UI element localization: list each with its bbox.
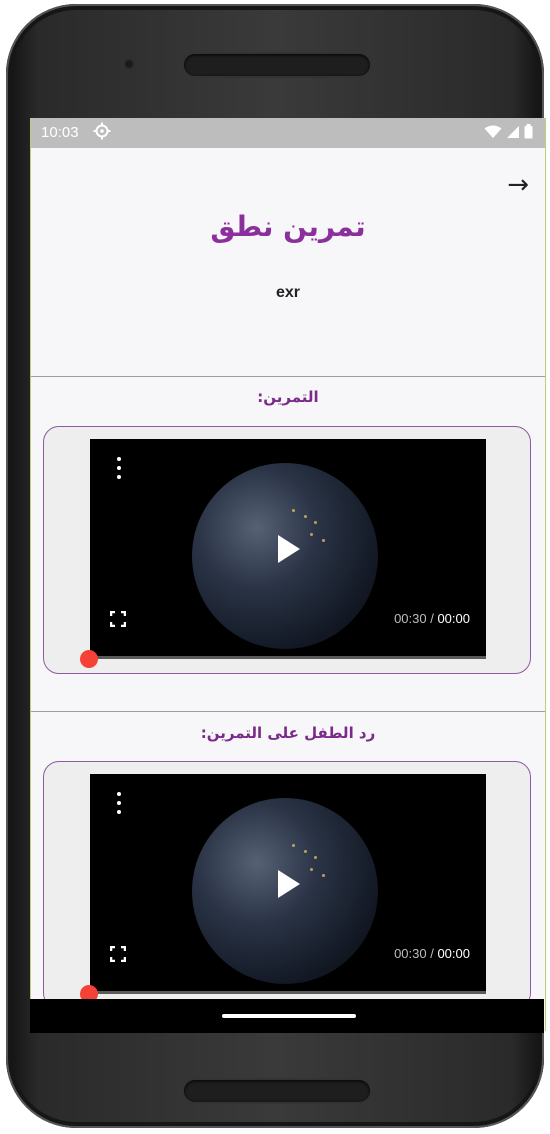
city-light: [314, 521, 317, 524]
time-separator: /: [426, 611, 438, 626]
back-arrow-icon[interactable]: →: [507, 170, 529, 200]
earpiece-speaker: [184, 54, 370, 76]
play-icon[interactable]: [278, 870, 300, 898]
video-player[interactable]: 00:30 / 00:00: [90, 439, 486, 659]
time-total: 00:30: [394, 946, 427, 961]
play-icon[interactable]: [278, 535, 300, 563]
app-screen: 10:03 → تمرين نطق exr التمرين: 00:30 / 0…: [30, 118, 546, 1031]
progress-thumb[interactable]: [80, 650, 98, 668]
section-label-exercise: التمرين:: [257, 388, 319, 406]
divider: [31, 711, 545, 712]
time-separator: /: [426, 946, 438, 961]
city-light: [304, 850, 307, 853]
settings-icon: [93, 122, 111, 144]
city-light: [304, 515, 307, 518]
bottom-speaker: [184, 1080, 370, 1102]
system-nav-bar: [30, 999, 544, 1033]
city-light: [292, 844, 295, 847]
page-title: تمرين نطق: [210, 210, 366, 243]
battery-icon: [524, 124, 533, 143]
video-player[interactable]: 00:30 / 00:00: [90, 774, 486, 994]
city-light: [314, 856, 317, 859]
city-light: [310, 533, 313, 536]
more-options-icon[interactable]: [116, 457, 122, 479]
divider: [31, 376, 545, 377]
city-light: [292, 509, 295, 512]
section-label-child-response: رد الطفل على التمرين:: [200, 724, 376, 742]
more-options-icon[interactable]: [116, 792, 122, 814]
wifi-icon: [484, 125, 502, 143]
time-total: 00:30: [394, 611, 427, 626]
fullscreen-icon[interactable]: [109, 610, 127, 628]
city-light: [310, 868, 313, 871]
fullscreen-icon[interactable]: [109, 945, 127, 963]
front-camera: [124, 59, 134, 69]
status-icons: [484, 124, 533, 143]
time-current: 00:00: [437, 611, 470, 626]
status-time: 10:03: [41, 124, 79, 141]
video-card-child-response: 00:30 / 00:00: [43, 761, 531, 1009]
time-display: 00:30 / 00:00: [394, 946, 470, 961]
city-light: [322, 539, 325, 542]
time-current: 00:00: [437, 946, 470, 961]
status-bar: 10:03: [31, 118, 545, 148]
video-card-exercise: 00:30 / 00:00: [43, 426, 531, 674]
city-light: [322, 874, 325, 877]
progress-bar[interactable]: [90, 991, 486, 994]
home-indicator[interactable]: [222, 1014, 356, 1018]
page-subtitle: exr: [275, 284, 301, 301]
signal-icon: [506, 125, 520, 143]
progress-bar[interactable]: [90, 656, 486, 659]
time-display: 00:30 / 00:00: [394, 611, 470, 626]
stage: 10:03 → تمرين نطق exr التمرين: 00:30 / 0…: [0, 0, 550, 1134]
